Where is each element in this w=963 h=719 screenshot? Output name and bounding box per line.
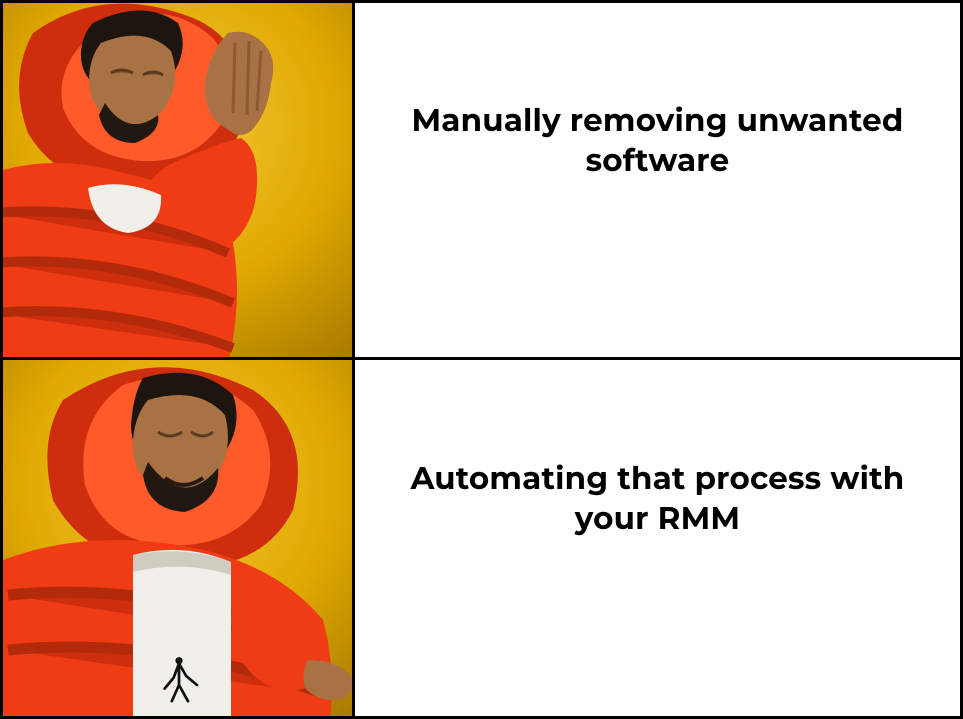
drake-approve-illustration	[0, 360, 352, 719]
reject-caption: Manually removing unwanted software	[403, 100, 912, 181]
approve-caption-cell: Automating that process with your RMM	[352, 357, 963, 719]
reject-caption-cell: Manually removing unwanted software	[352, 0, 963, 357]
drake-meme-grid: Manually removing unwanted software	[0, 0, 963, 719]
approve-caption: Automating that process with your RMM	[403, 458, 912, 539]
drake-reject-panel	[0, 0, 352, 357]
drake-approve-panel	[0, 357, 352, 719]
drake-reject-illustration	[0, 3, 352, 357]
